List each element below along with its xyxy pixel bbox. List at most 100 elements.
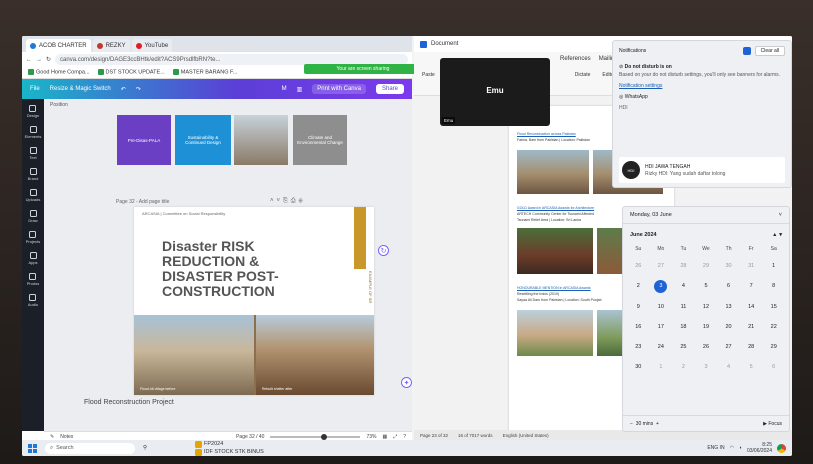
- calendar-day[interactable]: 28: [672, 261, 695, 272]
- calendar-day[interactable]: 7: [740, 281, 763, 292]
- slide-title[interactable]: Disaster RISK REDUCTION & DISASTER POST-…: [162, 239, 279, 299]
- taskbar-search-input[interactable]: ⌕ Search: [45, 442, 135, 454]
- taskbar-item-1[interactable]: IDF STOCK STK BINUS: [195, 448, 264, 456]
- language-indicator[interactable]: ENG IN: [707, 445, 724, 451]
- zoom-level[interactable]: 73%: [366, 434, 376, 440]
- photo-after[interactable]: Rebuilt shelter after: [256, 315, 374, 395]
- notif-group-whatsapp[interactable]: ◎ WhatsApp: [619, 94, 785, 100]
- magic-icon[interactable]: ✦: [401, 377, 412, 388]
- video-participant-tile[interactable]: Emu Emu: [440, 58, 550, 126]
- calendar-day[interactable]: 28: [740, 342, 763, 353]
- calendar-day-today[interactable]: 3: [654, 280, 668, 293]
- calendar-day[interactable]: 13: [717, 302, 740, 313]
- sidebar-item-draw[interactable]: Draw: [28, 210, 38, 223]
- calendar-day[interactable]: 30: [717, 261, 740, 272]
- sidebar-item-design[interactable]: Design: [27, 105, 39, 118]
- status-language[interactable]: English (United States): [503, 433, 549, 438]
- focus-button[interactable]: ▶ Focus: [763, 421, 782, 427]
- grid-view-icon[interactable]: ▦: [382, 434, 387, 440]
- calendar-day[interactable]: 26: [627, 261, 650, 272]
- bookmark-1[interactable]: DST STOCK UPDATE...: [97, 69, 165, 76]
- calendar-day[interactable]: 21: [740, 322, 763, 333]
- page-tools[interactable]: ˄˅⎘⎙⊕: [270, 198, 306, 205]
- menu-file[interactable]: File: [30, 86, 40, 92]
- calendar-day[interactable]: 27: [717, 342, 740, 353]
- notification-settings-link[interactable]: Notification settings: [619, 83, 785, 89]
- sidebar-item-text[interactable]: Text: [29, 147, 37, 160]
- menu-resize[interactable]: Resize & Magic Switch: [50, 86, 111, 92]
- calendar-day[interactable]: 31: [740, 261, 763, 272]
- windows-start-icon[interactable]: [28, 443, 37, 453]
- calendar-day[interactable]: 11: [672, 302, 695, 313]
- paste-button[interactable]: Paste: [422, 72, 435, 78]
- calendar-day[interactable]: 20: [717, 322, 740, 333]
- canva-canvas[interactable]: Position Pre-Disas-PALA Sustainability &…: [44, 99, 412, 431]
- refresh-icon[interactable]: ↻: [378, 245, 389, 256]
- clock[interactable]: 8:25 03/06/2024: [747, 442, 772, 454]
- calendar-day[interactable]: 26: [695, 342, 718, 353]
- slide-tile-3[interactable]: Climate and Environmental Change: [293, 115, 347, 165]
- browser-tab-0[interactable]: ACOB CHARTER: [26, 39, 91, 52]
- sidebar-item-audio[interactable]: Audio: [28, 294, 38, 307]
- browser-tab-2[interactable]: YouTube: [131, 39, 173, 52]
- screen-share-banner[interactable]: Your are screen sharing: [304, 64, 422, 74]
- analytics-icon[interactable]: ▥: [297, 86, 303, 93]
- page-counter[interactable]: Page 32 / 40: [236, 434, 264, 440]
- sidebar-item-uploads[interactable]: Uploads: [26, 189, 40, 202]
- calendar-day[interactable]: 10: [650, 302, 673, 313]
- notes-icon[interactable]: ✎: [50, 434, 54, 440]
- status-words[interactable]: 16 of 7017 words: [458, 433, 493, 438]
- forward-icon[interactable]: →: [36, 57, 42, 63]
- sidebar-item-photos[interactable]: Photos: [27, 273, 39, 286]
- focus-duration[interactable]: 30 mins: [636, 421, 654, 427]
- calendar-day[interactable]: 16: [627, 322, 650, 333]
- sidebar-item-apps[interactable]: Apps: [28, 252, 38, 265]
- calendar-day[interactable]: 5: [695, 281, 718, 292]
- calendar-day[interactable]: 1: [762, 261, 785, 272]
- slide-tile-2-photo[interactable]: [234, 115, 288, 165]
- calendar-day[interactable]: 6: [717, 281, 740, 292]
- calendar-day[interactable]: 3: [695, 362, 718, 373]
- calendar-day[interactable]: 5: [740, 362, 763, 373]
- plus-icon[interactable]: +: [656, 421, 659, 427]
- calendar-day[interactable]: 14: [740, 302, 763, 313]
- calendar-day[interactable]: 1: [650, 362, 673, 373]
- calendar-day[interactable]: 18: [672, 322, 695, 333]
- bookmark-2[interactable]: MASTER BARANG F...: [172, 69, 237, 76]
- calendar-day[interactable]: 8: [762, 281, 785, 292]
- sidebar-item-brand[interactable]: Brand: [28, 168, 38, 181]
- bookmark-0[interactable]: Good Home Compa...: [28, 69, 90, 76]
- calendar-day[interactable]: 6: [762, 362, 785, 373]
- calendar-date-header[interactable]: Monday, 03 June ˅: [623, 207, 789, 224]
- calendar-day[interactable]: 12: [695, 302, 718, 313]
- calendar-day[interactable]: 30: [627, 362, 650, 373]
- taskbar-item-0[interactable]: FP2024: [195, 440, 264, 448]
- fullscreen-icon[interactable]: ⤢: [393, 434, 397, 440]
- help-icon[interactable]: ?: [403, 434, 406, 440]
- bike-widget-icon[interactable]: ⚲: [143, 445, 147, 451]
- calendar-day[interactable]: 23: [627, 342, 650, 353]
- wifi-icon[interactable]: ◠: [730, 445, 734, 451]
- slide-tile-0[interactable]: Pre-Disas-PALA: [117, 115, 171, 165]
- calendar-day[interactable]: 29: [695, 261, 718, 272]
- minus-icon[interactable]: −: [630, 421, 633, 427]
- reload-icon[interactable]: ↻: [46, 56, 51, 63]
- calendar-day[interactable]: 4: [672, 281, 695, 292]
- print-button[interactable]: Print with Canva: [312, 84, 366, 94]
- calendar-day[interactable]: 19: [695, 322, 718, 333]
- volume-icon[interactable]: ◖: [739, 445, 742, 451]
- doc-photo[interactable]: [517, 228, 593, 274]
- calendar-day[interactable]: 25: [672, 342, 695, 353]
- notification-card[interactable]: HDI HDI JAWA TENGAH Rizky HDI: Yang suda…: [619, 157, 785, 183]
- browser-tab-1[interactable]: REZKY: [92, 39, 130, 52]
- calendar-day[interactable]: 24: [650, 342, 673, 353]
- back-icon[interactable]: ←: [26, 57, 32, 63]
- calendar-day[interactable]: 27: [650, 261, 673, 272]
- dictate-button[interactable]: Dictate: [575, 72, 591, 78]
- tab-references[interactable]: References: [560, 56, 591, 62]
- slide-tile-1[interactable]: Sustainability & Continued Design: [175, 115, 231, 165]
- sidebar-item-elements[interactable]: Elements: [25, 126, 41, 139]
- calendar-day[interactable]: 4: [717, 362, 740, 373]
- calendar-day[interactable]: 17: [650, 322, 673, 333]
- doc-photo[interactable]: [517, 150, 589, 194]
